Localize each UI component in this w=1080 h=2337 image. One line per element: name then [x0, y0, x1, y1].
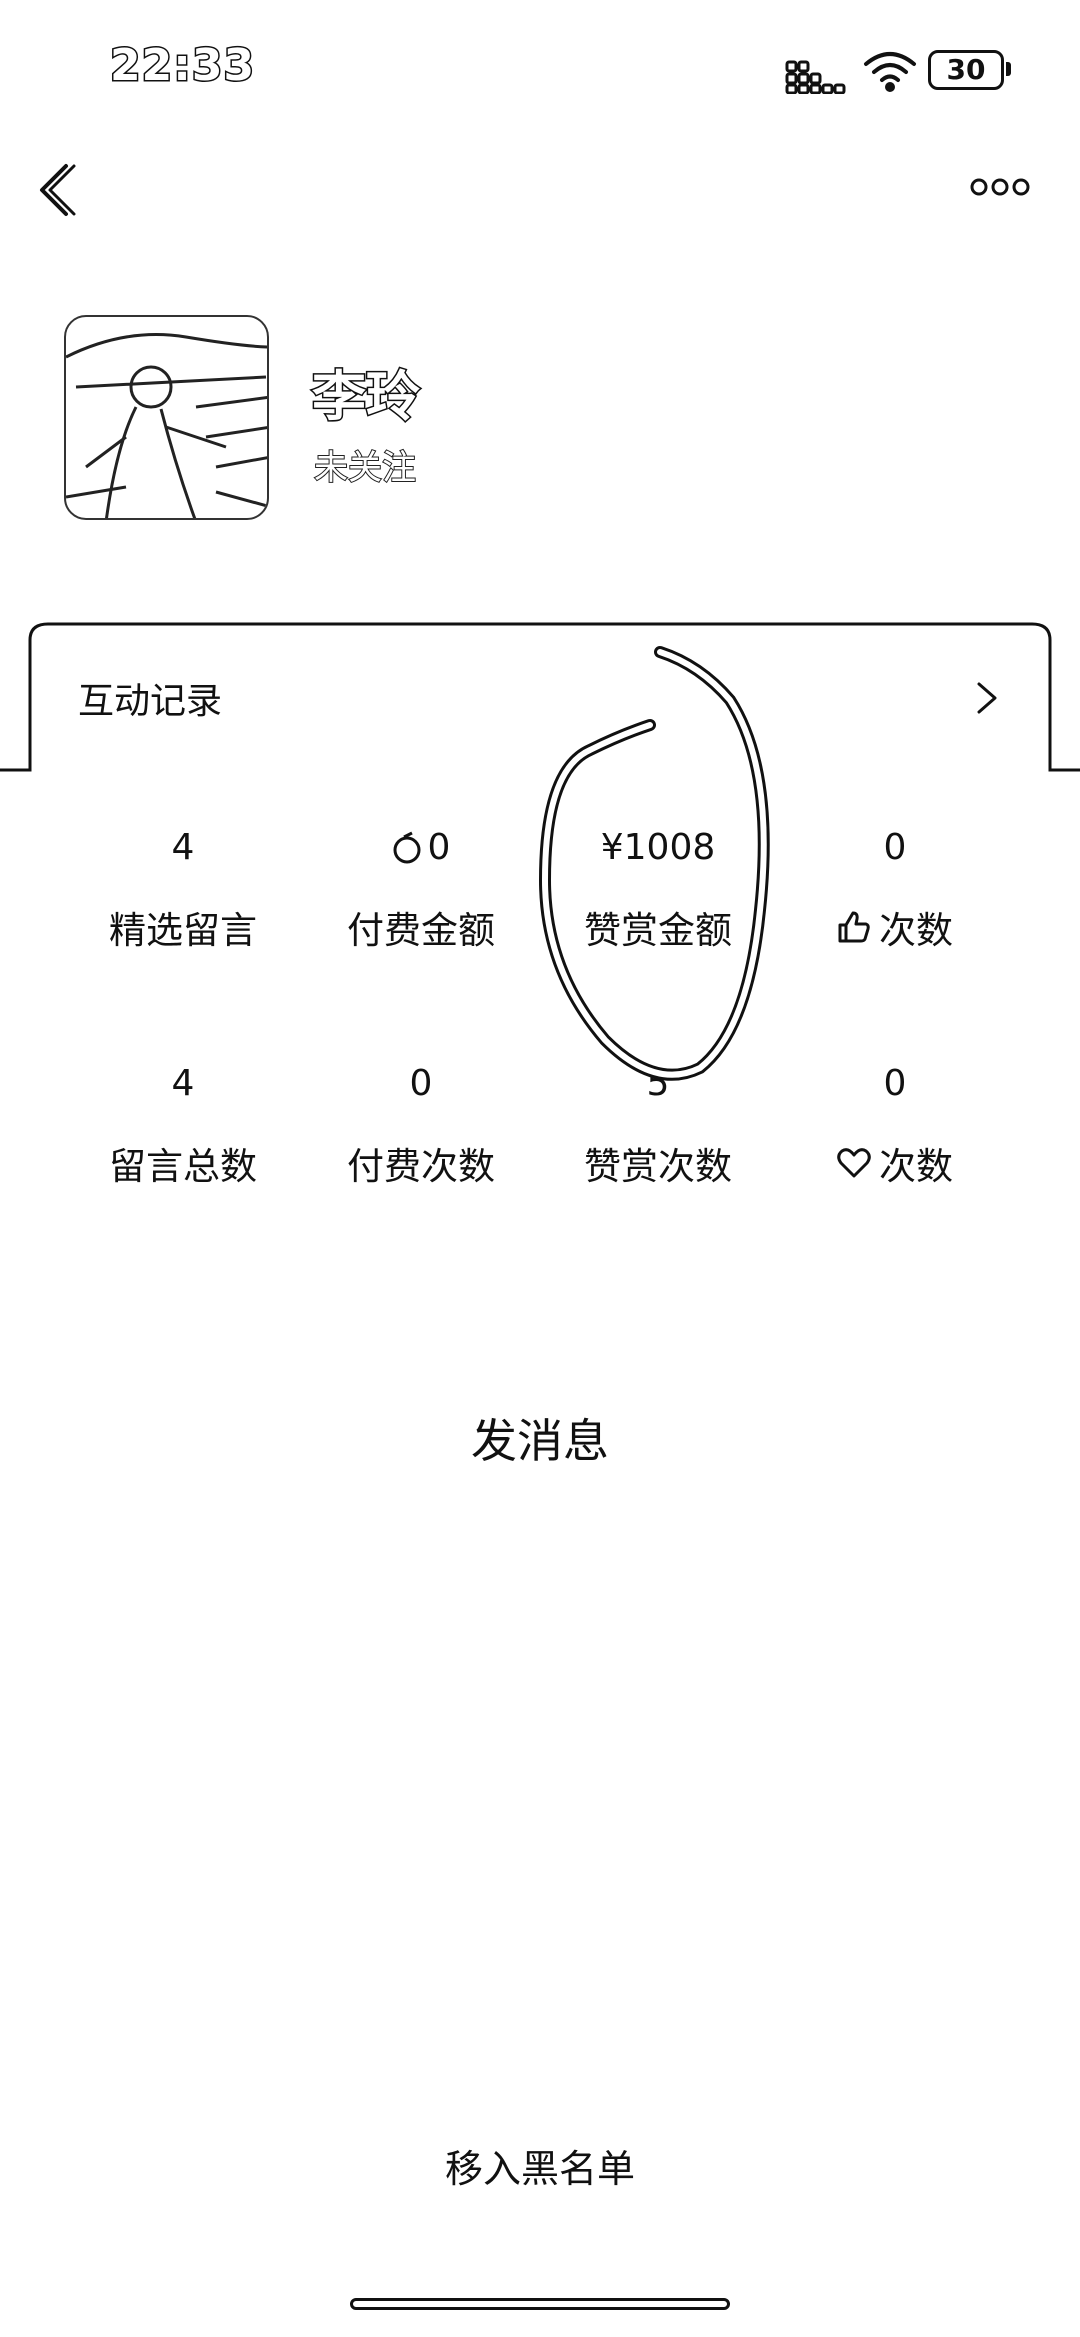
card-title: 互动记录 — [78, 681, 223, 722]
stat-value: 0 — [883, 827, 907, 868]
stat-label: 付费金额 — [347, 909, 495, 952]
send-message-button[interactable]: 发消息 — [0, 1405, 1080, 1471]
battery-level: 30 — [946, 53, 986, 86]
stat-label: 留言总数 — [109, 1145, 257, 1188]
stat-value: 4 — [171, 827, 195, 868]
stat-label: 精选留言 — [109, 909, 257, 952]
stat-value: 0 — [883, 1063, 907, 1104]
stat-selected-comments[interactable]: 4 精选留言 — [63, 826, 303, 954]
signal-icon — [785, 58, 849, 98]
stat-value: 5 — [646, 1063, 670, 1104]
stat-label: 次数 — [879, 1145, 953, 1188]
stat-label: 付费次数 — [347, 1145, 495, 1188]
stat-tip-count[interactable]: 5 赞赏次数 — [538, 1062, 778, 1190]
stat-value: 4 — [171, 1063, 195, 1104]
more-icon — [970, 178, 1030, 196]
chevron-right-icon — [977, 682, 997, 714]
stat-heart-count[interactable]: 0 次数 — [775, 1062, 1015, 1190]
status-time: 22:33 — [108, 39, 256, 93]
back-button[interactable] — [34, 160, 78, 224]
stat-tip-amount[interactable]: ¥1008 赞赏金额 — [538, 826, 778, 954]
heart-icon — [837, 1148, 871, 1178]
card-arrow-button[interactable] — [975, 678, 999, 722]
stat-total-comments[interactable]: 4 留言总数 — [63, 1062, 303, 1190]
chevron-left-icon — [40, 164, 76, 216]
follow-status: 未关注 — [313, 447, 417, 489]
stat-value: ¥1008 — [600, 827, 716, 868]
stat-paid-amount[interactable]: 0 付费金额 — [301, 826, 541, 954]
home-indicator[interactable] — [350, 2298, 730, 2310]
thumb-up-icon — [838, 911, 870, 943]
avatar[interactable] — [64, 315, 269, 520]
hand-drawn-circle-annotation — [538, 646, 770, 1081]
block-user-button[interactable]: 移入黑名单 — [0, 2138, 1080, 2193]
stat-paid-count[interactable]: 0 付费次数 — [301, 1062, 541, 1190]
stat-value: 0 — [409, 1063, 433, 1104]
battery-cap — [1006, 62, 1011, 76]
battery-icon: 30 — [928, 50, 1004, 90]
stat-value: 0 — [427, 827, 451, 868]
wifi-icon — [862, 50, 918, 96]
coin-icon — [393, 831, 421, 864]
stat-label: 赞赏次数 — [584, 1145, 732, 1188]
profile-name: 李玲 — [311, 364, 422, 430]
stat-label: 次数 — [879, 909, 953, 952]
stat-label: 赞赏金额 — [584, 909, 732, 952]
more-button[interactable] — [970, 175, 1030, 203]
stat-like-count[interactable]: 0 次数 — [775, 826, 1015, 954]
